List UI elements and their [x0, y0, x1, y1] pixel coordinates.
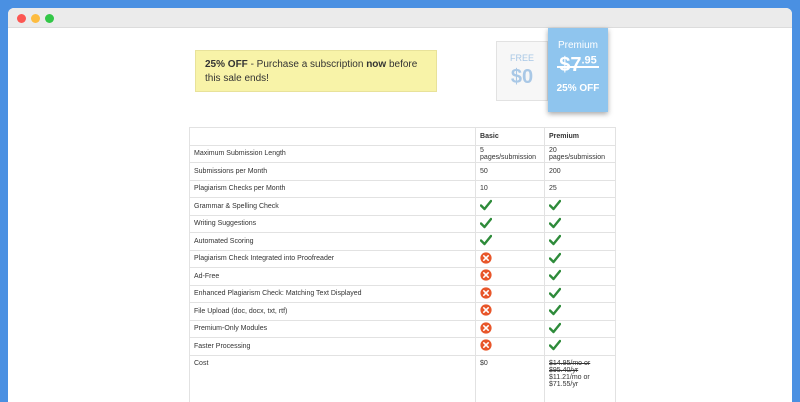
- basic-value: 50: [475, 162, 545, 181]
- premium-value: 200: [544, 162, 616, 181]
- check-icon: [549, 269, 561, 281]
- feature-name: Submissions per Month: [188, 162, 477, 181]
- check-icon: [549, 252, 561, 264]
- x-icon: [480, 287, 492, 299]
- feature-name: Ad-Free: [188, 267, 477, 286]
- cost-label: Cost: [188, 354, 477, 402]
- free-plan-label: FREE: [509, 53, 534, 63]
- premium-discount: 25% OFF: [556, 83, 600, 94]
- check-icon: [480, 234, 493, 246]
- feature-name: Faster Processing: [188, 337, 477, 356]
- header-feature: [188, 127, 477, 146]
- browser-window: 25% OFF - Purchase a subscription now be…: [8, 8, 792, 402]
- table-row: Premium-Only Modules: [188, 319, 616, 338]
- basic-value: [475, 337, 545, 356]
- feature-name: Enhanced Plagiarism Check: Matching Text…: [188, 284, 477, 303]
- feature-name: Plagiarism Check Integrated into Proofre…: [188, 249, 477, 268]
- cost-premium-new: $11.21/mo or $71.55/yr: [549, 373, 590, 388]
- table-row: Grammar & Spelling Check: [188, 197, 616, 216]
- table-row: Plagiarism Check Integrated into Proofre…: [188, 249, 616, 268]
- premium-old-price: $7.95: [557, 54, 599, 76]
- feature-name: Writing Suggestions: [188, 214, 477, 233]
- premium-old-price-cents: .95: [581, 54, 597, 67]
- basic-value: [475, 214, 545, 233]
- feature-name: File Upload (doc, docx, txt, rtf): [188, 302, 477, 321]
- check-icon: [549, 199, 561, 211]
- premium-value: [544, 284, 616, 303]
- table-header-row: Basic Premium: [188, 127, 616, 146]
- window-titlebar: [8, 8, 792, 28]
- sale-banner: 25% OFF - Purchase a subscription now be…: [195, 50, 437, 92]
- cost-basic: $0: [475, 354, 545, 402]
- feature-name: Automated Scoring: [188, 232, 477, 251]
- cost-premium: $14.95/mo or $95.40/yr $11.21/mo or $71.5…: [544, 354, 616, 402]
- basic-value: [475, 284, 545, 303]
- basic-value: [475, 232, 545, 251]
- close-window-button[interactable]: [17, 14, 26, 23]
- premium-value: [544, 302, 616, 321]
- x-icon: [480, 269, 492, 281]
- check-icon: [549, 287, 561, 299]
- basic-value: 10: [475, 179, 545, 198]
- basic-value: [475, 197, 545, 216]
- feature-name: Plagiarism Checks per Month: [188, 179, 477, 198]
- premium-plan-card[interactable]: Premium $7.95 25% OFF: [548, 28, 608, 112]
- premium-value: 20 pages/submission: [544, 144, 616, 163]
- premium-value: [544, 249, 616, 268]
- basic-value: [475, 249, 545, 268]
- premium-value: [544, 232, 616, 251]
- sale-emphasis: now: [366, 59, 387, 70]
- x-icon: [480, 304, 492, 316]
- table-row: Submissions per Month 50 200: [188, 162, 616, 181]
- check-icon: [549, 217, 561, 229]
- basic-value: [475, 302, 545, 321]
- x-icon: [480, 339, 492, 351]
- table-row: Enhanced Plagiarism Check: Matching Text…: [188, 284, 616, 303]
- sale-text-before: - Purchase a subscription: [247, 59, 367, 70]
- basic-value: [475, 319, 545, 338]
- x-icon: [480, 322, 492, 334]
- table-row: File Upload (doc, docx, txt, rtf): [188, 302, 616, 321]
- x-icon: [480, 252, 492, 264]
- table-row: Writing Suggestions: [188, 214, 616, 233]
- header-basic: Basic: [475, 127, 545, 146]
- premium-plan-label: Premium: [557, 40, 598, 51]
- maximize-window-button[interactable]: [45, 14, 54, 23]
- sale-discount: 25% OFF: [205, 59, 248, 70]
- table-row: Faster Processing: [188, 337, 616, 356]
- table-row: Maximum Submission Length 5 pages/submiss…: [188, 144, 616, 163]
- feature-name: Premium-Only Modules: [188, 319, 477, 338]
- check-icon: [549, 339, 561, 351]
- premium-value: [544, 197, 616, 216]
- header-premium: Premium: [544, 127, 616, 146]
- premium-value: 25: [544, 179, 616, 198]
- minimize-window-button[interactable]: [31, 14, 40, 23]
- check-icon: [480, 199, 493, 211]
- table-row: Plagiarism Checks per Month 10 25: [188, 179, 616, 198]
- basic-value: 5 pages/submission: [475, 144, 545, 163]
- check-icon: [480, 217, 493, 229]
- free-plan-price: $0: [510, 66, 534, 88]
- premium-value: [544, 319, 616, 338]
- feature-name: Grammar & Spelling Check: [188, 197, 477, 216]
- basic-value: [475, 267, 545, 286]
- premium-value: [544, 214, 616, 233]
- check-icon: [549, 234, 561, 246]
- feature-comparison-table: Basic Premium Maximum Submission Length 5…: [188, 127, 616, 402]
- check-icon: [549, 322, 561, 334]
- cost-premium-old: $14.95/mo or $95.40/yr: [549, 359, 591, 374]
- cost-row: Cost $0 $14.95/mo or $95.40/yr $11.21/mo or…: [188, 354, 616, 402]
- table-row: Ad-Free: [188, 267, 616, 286]
- feature-name: Maximum Submission Length: [188, 144, 477, 163]
- premium-value: [544, 337, 616, 356]
- premium-value: [544, 267, 616, 286]
- table-row: Automated Scoring: [188, 232, 616, 251]
- check-icon: [549, 304, 561, 316]
- free-plan-card[interactable]: FREE $0: [496, 41, 548, 101]
